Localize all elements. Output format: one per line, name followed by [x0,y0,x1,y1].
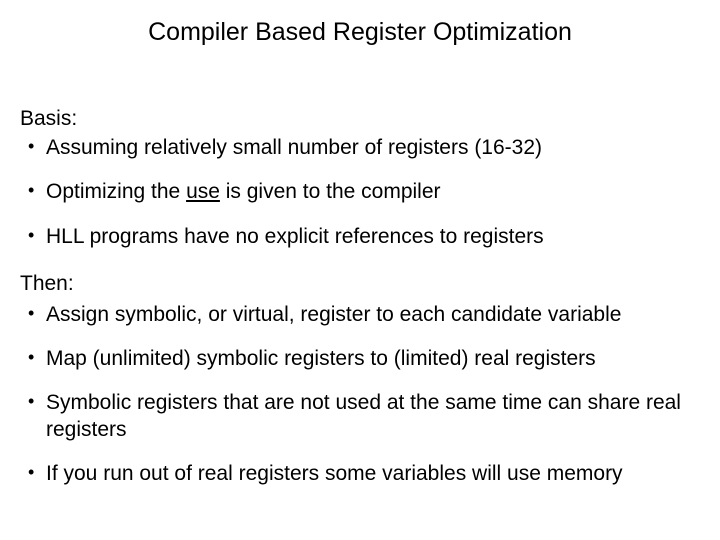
basis-list: Assuming relatively small number of regi… [20,135,700,250]
list-item: If you run out of real registers some va… [20,461,700,487]
underlined-word: use [186,180,220,203]
basis-label: Basis: [20,107,700,131]
list-item: HLL programs have no explicit references… [20,224,700,250]
list-item: Map (unlimited) symbolic registers to (l… [20,346,700,372]
slide-title: Compiler Based Register Optimization [20,18,700,47]
then-section: Then: Assign symbolic, or virtual, regis… [20,272,700,487]
basis-section: Basis: Assuming relatively small number … [20,107,700,250]
list-item: Assuming relatively small number of regi… [20,135,700,161]
list-item: Optimizing the use is given to the compi… [20,179,700,205]
then-list: Assign symbolic, or virtual, register to… [20,302,700,487]
list-item: Symbolic registers that are not used at … [20,390,700,443]
then-label: Then: [20,272,700,296]
list-item: Assign symbolic, or virtual, register to… [20,302,700,328]
